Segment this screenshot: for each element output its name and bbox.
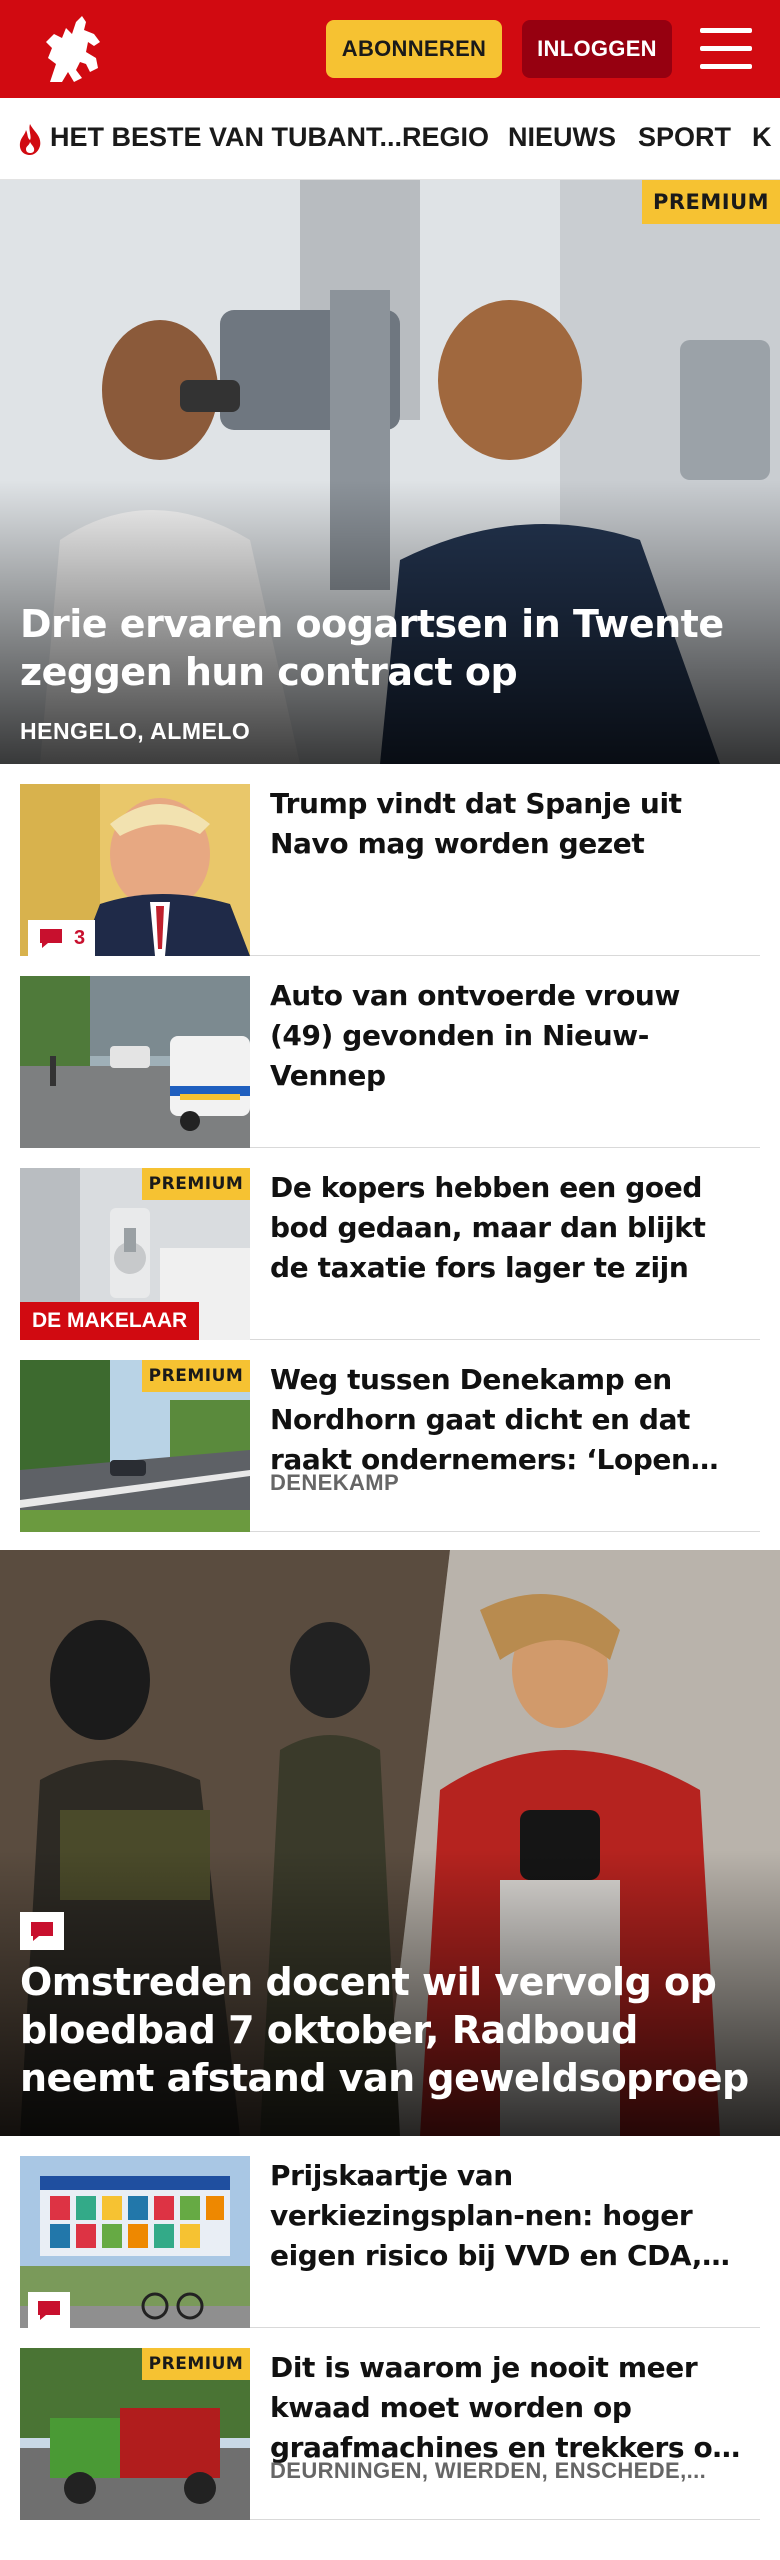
- article-thumbnail: PREMIUM DE MAKELAAR: [20, 1168, 250, 1340]
- article-thumbnail: PREMIUM: [20, 1360, 250, 1532]
- featured-title[interactable]: Omstreden docent wil vervolg op bloedbad…: [20, 1958, 760, 2102]
- section-nav: HET BESTE VAN TUBANT... REGIO NIEUWS SPO…: [0, 98, 780, 180]
- subscribe-button[interactable]: ABONNEREN: [326, 20, 502, 78]
- nav-item-regio[interactable]: REGIO: [402, 122, 489, 153]
- comment-icon: [40, 929, 62, 948]
- premium-badge: PREMIUM: [142, 1360, 250, 1392]
- comment-count-badge[interactable]: 3: [28, 920, 96, 956]
- comment-count-badge[interactable]: [28, 2292, 70, 2328]
- premium-badge: PREMIUM: [142, 1168, 250, 1200]
- nav-item-nieuws[interactable]: NIEUWS: [508, 122, 616, 153]
- article-thumbnail: [20, 976, 250, 1148]
- article-title[interactable]: Weg tussen Denekamp en Nordhorn gaat dic…: [270, 1360, 750, 1480]
- article-title[interactable]: De kopers hebben een goed bod gedaan, ma…: [270, 1168, 750, 1288]
- site-header: ABONNEREN INLOGGEN: [0, 0, 780, 98]
- comment-icon[interactable]: [20, 1912, 64, 1950]
- article-location: DENEKAMP: [270, 1470, 400, 1495]
- article-title[interactable]: Trump vindt dat Spanje uit Navo mag word…: [270, 784, 750, 864]
- tubantia-horse-logo-icon[interactable]: [36, 12, 108, 86]
- premium-badge: PREMIUM: [642, 180, 780, 224]
- nav-item-best-of[interactable]: HET BESTE VAN TUBANT...: [50, 122, 402, 153]
- flame-icon: [19, 124, 41, 155]
- list-item[interactable]: PREMIUM DE MAKELAAR De kopers hebben een…: [20, 1148, 760, 1340]
- list-item[interactable]: PREMIUM Weg tussen Denekamp en Nordhorn …: [20, 1340, 760, 1532]
- hero-location: HENGELO, ALMELO: [20, 718, 251, 744]
- article-title[interactable]: Auto van ontvoerde vrouw (49) gevonden i…: [270, 976, 750, 1096]
- hero-title[interactable]: Drie ervaren oogartsen in Twente zeggen …: [20, 600, 740, 696]
- featured-article[interactable]: Omstreden docent wil vervolg op bloedbad…: [0, 1550, 780, 2136]
- list-item[interactable]: 3 Trump vindt dat Spanje uit Navo mag wo…: [20, 764, 760, 956]
- section-label: DE MAKELAAR: [20, 1302, 200, 1340]
- article-thumbnail: 3: [20, 784, 250, 956]
- nav-item-sport[interactable]: SPORT: [638, 122, 731, 153]
- comment-icon: [38, 2301, 60, 2320]
- article-thumbnail: PREMIUM: [20, 2348, 250, 2520]
- article-title[interactable]: Prijskaartje van verkiezingsplan-nen: ho…: [270, 2156, 750, 2276]
- list-item[interactable]: PREMIUM Dit is waarom je nooit meer kwaa…: [20, 2328, 760, 2520]
- comment-count: 3: [74, 926, 86, 949]
- nav-item-more[interactable]: K: [752, 122, 772, 153]
- hero-article[interactable]: PREMIUM Drie ervaren oogartsen in Twente…: [0, 180, 780, 764]
- list-item[interactable]: Prijskaartje van verkiezingsplan-nen: ho…: [20, 2136, 760, 2328]
- article-title[interactable]: Dit is waarom je nooit meer kwaad moet w…: [270, 2348, 750, 2468]
- list-item[interactable]: Auto van ontvoerde vrouw (49) gevonden i…: [20, 956, 760, 1148]
- article-location: DEURNINGEN, WIERDEN, ENSCHEDE,...: [270, 2458, 707, 2483]
- hamburger-menu-icon[interactable]: [700, 28, 752, 70]
- article-thumbnail: [20, 2156, 250, 2328]
- premium-badge: PREMIUM: [142, 2348, 250, 2380]
- login-button[interactable]: INLOGGEN: [522, 20, 672, 78]
